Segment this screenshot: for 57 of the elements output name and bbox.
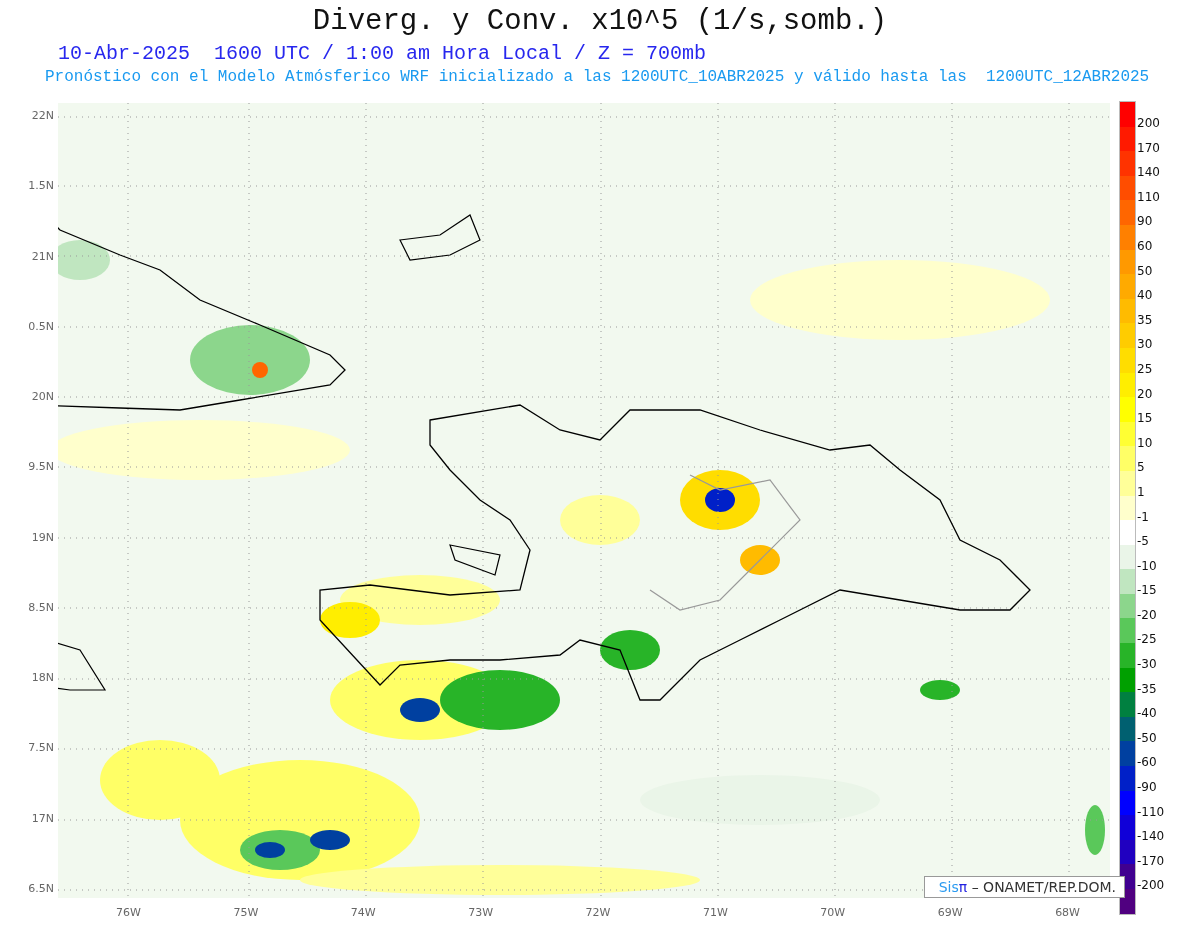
colorbar-label: 15 [1137,410,1154,428]
colorbar-label: -10 [1137,557,1158,575]
latitude-label: 6.5N [28,881,54,896]
colorbar-label: 25 [1137,360,1154,378]
longitude-label: 74W [350,906,376,921]
colorbar-label: -1 [1137,508,1150,526]
colorbar-label: 60 [1137,237,1154,255]
model-info-text: Pronóstico con el Modelo Atmósferico WRF inicializado a las 1200UTC_10ABR2025 y válido hasta las 1200UTC_12ABR2025 [44,67,1151,88]
colorbar-label: -90 [1137,779,1158,797]
colorbar-label: 10 [1137,434,1154,452]
colorbar-label: 20 [1137,385,1154,403]
colorbar-label: -110 [1137,803,1166,821]
latitude-label: 21N [31,249,54,264]
colorbar-label: -5 [1137,533,1150,551]
longitude-label: 70W [820,906,846,921]
colorbar-label: 50 [1137,262,1154,280]
colorbar-label: -15 [1137,582,1158,600]
longitude-label: 75W [233,906,259,921]
colorbar-label: -200 [1137,877,1166,895]
colorbar-label: 35 [1137,311,1154,329]
colorbar-label: 90 [1137,213,1154,231]
colorbar-label: 110 [1137,188,1161,206]
colorbar-label: 200 [1137,115,1161,132]
colorbar-label: 40 [1137,287,1154,305]
colorbar-label: -20 [1137,606,1158,624]
colorbar-label: -50 [1137,729,1158,747]
chart-title: Diverg. y Conv. x10^5 (1/s,somb.) [311,4,889,40]
latitude-label: 0.5N [28,319,54,334]
latitude-label: 18N [31,671,54,686]
latitude-label: 17N [31,811,54,826]
longitude-label: 76W [116,906,141,921]
latitude-label: 1.5N [28,179,54,194]
latitude-label: 22N [31,109,54,123]
forecast-time-text: 10-Abr-2025 1600 UTC / 1:00 am Hora Local / Z = 700mb [57,42,708,66]
latitude-label: 20N [31,390,54,405]
colorbar-label: 170 [1137,139,1161,157]
colorbar-label: -140 [1137,828,1166,846]
colorbar-label: -60 [1137,754,1158,772]
longitude-label: 69W [937,906,963,921]
colorbar-label: 1 [1137,483,1146,501]
colorbar-label: 5 [1137,459,1146,477]
latitude-label: 8.5N [28,600,54,615]
colorbar-label: -35 [1137,680,1158,698]
colorbar-label: -25 [1137,631,1158,649]
latitude-label: 9.5N [28,460,54,475]
colorbar-label: -30 [1137,656,1158,674]
latitude-label: 7.5N [28,741,54,756]
colorbar-label: -170 [1137,852,1166,870]
colorbar-label: -40 [1137,705,1158,723]
colorbar-label: 30 [1137,336,1154,354]
credit-label: Sisπ – ONAMET/REP.DOM. [923,876,1125,898]
latitude-label: 19N [31,530,54,545]
longitude-label: 71W [702,906,728,921]
colorbar-label: 140 [1137,164,1161,182]
longitude-label: 73W [468,906,494,921]
longitude-label: 68W [1055,906,1080,921]
longitude-label: 72W [585,906,611,921]
